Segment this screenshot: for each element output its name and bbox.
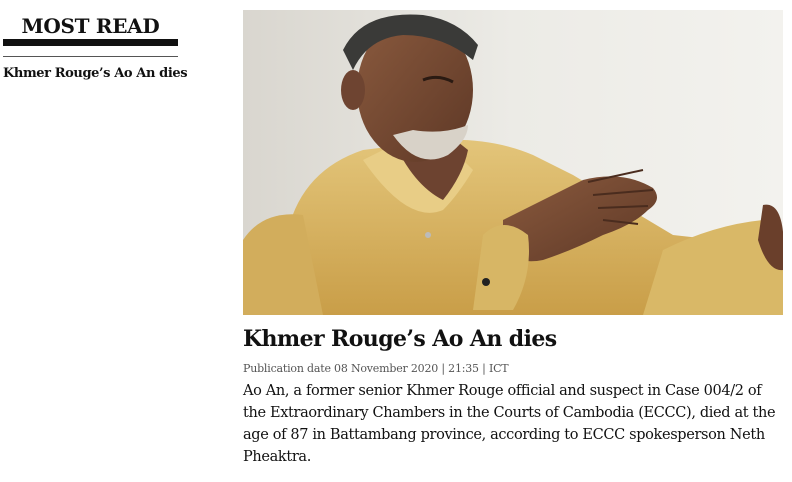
sidebar-divider xyxy=(3,56,178,57)
article-card: Khmer Rouge’s Ao An dies Publication dat… xyxy=(243,10,783,468)
article-hero-image[interactable] xyxy=(243,10,783,315)
most-read-sidebar: MOST READ Khmer Rouge’s Ao An dies xyxy=(3,12,188,81)
most-read-heading: MOST READ xyxy=(3,12,178,46)
article-headline[interactable]: Khmer Rouge’s Ao An dies xyxy=(243,323,783,355)
article-summary: Ao An, a former senior Khmer Rouge offic… xyxy=(243,383,776,465)
publication-date: Publication date 08 November 2020 | 21:3… xyxy=(243,362,509,375)
most-read-item-link[interactable]: Khmer Rouge’s Ao An dies xyxy=(3,66,188,81)
